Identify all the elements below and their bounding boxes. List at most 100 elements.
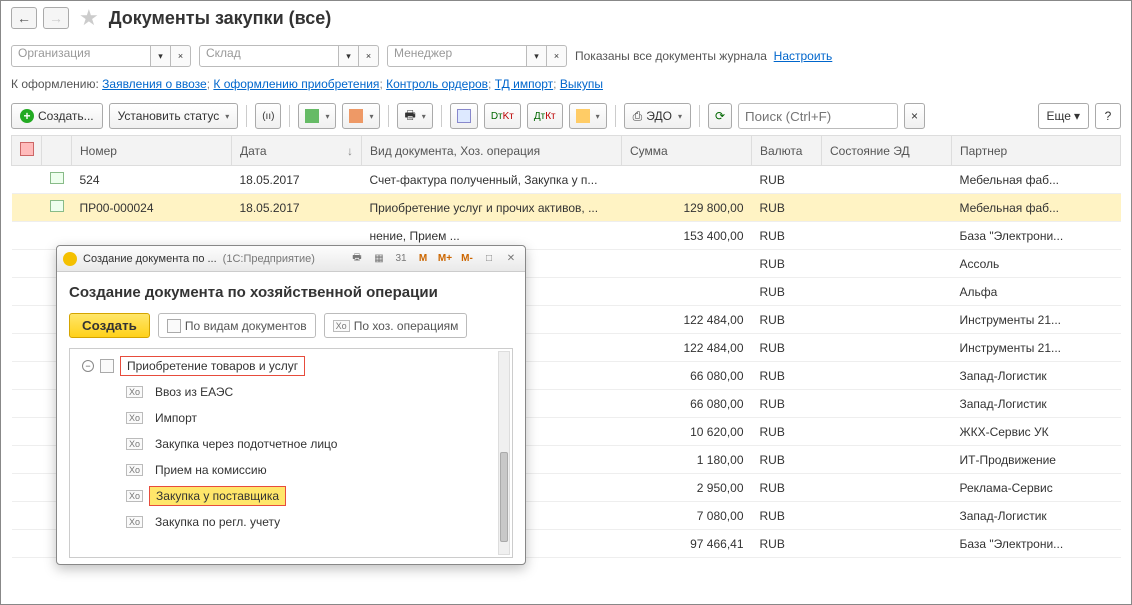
dtkt1-button[interactable]: DтKт (484, 103, 521, 129)
cell-num: ПР00-000024 (72, 194, 232, 222)
dlg-max-icon[interactable]: □ (481, 251, 497, 267)
tree-item[interactable]: XoПрием на комиссию (72, 457, 510, 483)
store-filter[interactable]: Склад ▾ × (199, 45, 379, 67)
link-2[interactable]: Контроль ордеров (386, 77, 488, 91)
col-ed[interactable]: Состояние ЭД (822, 136, 952, 166)
store-clear-icon[interactable]: × (359, 45, 379, 67)
tree-item[interactable]: Xo Импорт (72, 405, 510, 431)
manager-input[interactable]: Менеджер (387, 45, 527, 67)
cell-num: 524 (72, 166, 232, 194)
cell-sum: 2 950,00 (622, 474, 752, 502)
org-dropdown-icon[interactable]: ▾ (151, 45, 171, 67)
files-button[interactable]: ▾ (569, 103, 607, 129)
dlg-close-icon[interactable]: ✕ (503, 251, 519, 267)
store-input[interactable]: Склад (199, 45, 339, 67)
tree-root[interactable]: − Приобретение товаров и услуг (72, 353, 510, 379)
filters-status: Показаны все документы журнала Настроить (575, 49, 832, 63)
manager-clear-icon[interactable]: × (547, 45, 567, 67)
col-date[interactable]: Дата↓ (232, 136, 362, 166)
col-partner[interactable]: Партнер (952, 136, 1121, 166)
cell-ed (822, 446, 952, 474)
cell-ed (822, 194, 952, 222)
set-status-button[interactable]: Установить статус▾ (109, 103, 239, 129)
link-1[interactable]: К оформлению приобретения (213, 77, 379, 91)
cell-ed (822, 362, 952, 390)
print-icon: 🖶 (404, 106, 415, 127)
refresh-icon: ⟳ (715, 109, 725, 123)
dlg-calc-icon[interactable]: ▦ (371, 251, 387, 267)
org-clear-icon[interactable]: × (171, 45, 191, 67)
dlg-print-icon[interactable]: 🖶 (349, 251, 365, 267)
cell-sum (622, 166, 752, 194)
refresh-button[interactable]: ⟳ (708, 103, 732, 129)
cell-cur: RUB (752, 250, 822, 278)
cell-ed (822, 222, 952, 250)
nav-fwd-button[interactable]: → (43, 7, 69, 29)
org-input[interactable]: Организация (11, 45, 151, 67)
star-icon[interactable]: ★ (79, 5, 99, 31)
help-button[interactable]: ? (1095, 103, 1121, 129)
cell-partner: Инструменты 21... (952, 306, 1121, 334)
table-row[interactable]: ПР00-00002418.05.2017Приобретение услуг … (12, 194, 1121, 222)
configure-link[interactable]: Настроить (774, 49, 833, 63)
xo-icon: Xo (126, 412, 143, 424)
search-input[interactable] (738, 103, 898, 129)
link-0[interactable]: Заявления о ввозе (102, 77, 207, 91)
cell-cur: RUB (752, 334, 822, 362)
link-4[interactable]: Выкупы (560, 77, 603, 91)
cell-partner: Запад-Логистик (952, 502, 1121, 530)
col-num[interactable]: Номер (72, 136, 232, 166)
link-3[interactable]: ТД импорт (495, 77, 553, 91)
col-mark[interactable] (12, 136, 42, 166)
manager-dropdown-icon[interactable]: ▾ (527, 45, 547, 67)
col-type[interactable]: Вид документа, Хоз. операция (362, 136, 622, 166)
tree-item[interactable]: XoЗакупка у поставщика (72, 483, 510, 509)
cell-cur: RUB (752, 474, 822, 502)
chevron-down-icon: ▾ (225, 112, 229, 121)
manager-filter[interactable]: Менеджер ▾ × (387, 45, 567, 67)
cell-sum (622, 278, 752, 306)
tree-scrollbar[interactable] (498, 351, 510, 555)
copy-button[interactable]: ▾ (298, 103, 336, 129)
plus-icon: + (20, 109, 34, 123)
col-cur[interactable]: Валюта (752, 136, 822, 166)
cell-ed (822, 474, 952, 502)
tab-by-ops[interactable]: XoПо хоз. операциям (324, 313, 468, 338)
edo-button[interactable]: ⎙ЭДО▾ (624, 103, 691, 129)
table-row[interactable]: 52418.05.2017Счет-фактура полученный, За… (12, 166, 1121, 194)
cell-cur: RUB (752, 194, 822, 222)
tab-by-docs[interactable]: По видам документов (158, 313, 316, 338)
col-sum[interactable]: Сумма (622, 136, 752, 166)
create-button[interactable]: +Создать... (11, 103, 103, 129)
more-button[interactable]: Еще▾ (1038, 103, 1089, 129)
1c-icon (63, 252, 77, 266)
cell-ed (822, 390, 952, 418)
cell-cur: RUB (752, 530, 822, 558)
dialog-create-button[interactable]: Создать (69, 313, 150, 338)
tree-item[interactable]: XoЗакупка через подотчетное лицо (72, 431, 510, 457)
tree-item-label: Импорт (149, 409, 203, 427)
dlg-m-icon[interactable]: M (415, 251, 431, 267)
collapse-icon[interactable]: − (82, 360, 94, 372)
report-button[interactable] (450, 103, 478, 129)
org-filter[interactable]: Организация ▾ × (11, 45, 191, 67)
dlg-calendar-icon[interactable]: 31 (393, 251, 409, 267)
dlg-mminus-icon[interactable]: M- (459, 251, 475, 267)
search-clear-button[interactable]: × (904, 103, 925, 129)
col-icon[interactable] (42, 136, 72, 166)
cell-partner: Реклама-Сервис (952, 474, 1121, 502)
store-dropdown-icon[interactable]: ▾ (339, 45, 359, 67)
basedon-button[interactable]: ▾ (342, 103, 380, 129)
nav-back-button[interactable]: ← (11, 7, 37, 29)
barcode-button[interactable]: (ıı) (255, 103, 281, 129)
print-button[interactable]: 🖶▾ (397, 103, 432, 129)
tree-item[interactable]: XoЗакупка по регл. учету (72, 509, 510, 535)
tree-item-label: Закупка у поставщика (149, 486, 286, 506)
scroll-thumb[interactable] (500, 452, 508, 542)
dlg-mplus-icon[interactable]: M+ (437, 251, 453, 267)
dtkt2-button[interactable]: ДтКт (527, 103, 563, 129)
cell-cur: RUB (752, 362, 822, 390)
cell-cur: RUB (752, 390, 822, 418)
tree-item[interactable]: XoВвоз из ЕАЭС (72, 379, 510, 405)
cell-sum: 10 620,00 (622, 418, 752, 446)
